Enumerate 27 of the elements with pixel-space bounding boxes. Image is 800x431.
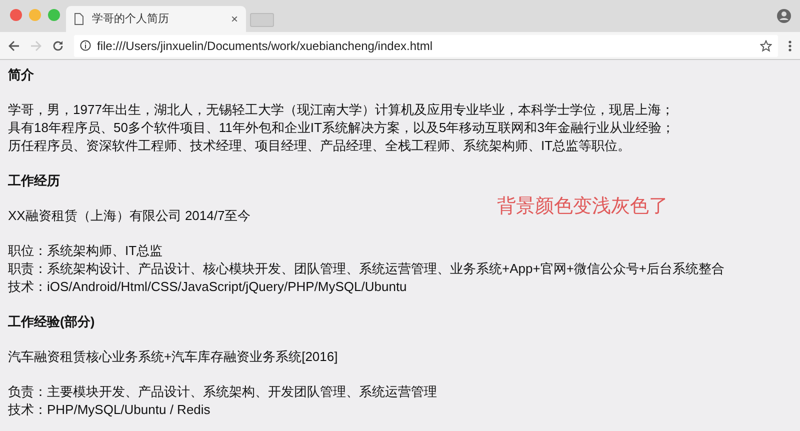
section-heading: 工作经验(部分) (8, 313, 96, 331)
text-line: 汽车融资租赁核心业务系统+汽车库存融资业务系统[2016] (8, 348, 339, 366)
text-line: 技术：iOS/Android/Html/CSS/JavaScript/jQuery/PHP/MySQL/Ubuntu (8, 278, 408, 296)
tab-close-button[interactable]: × (230, 10, 238, 28)
text-line: 技术：PHP/MySQL/Ubuntu / Redis (8, 401, 212, 419)
text-line: XX融资租赁（上海）有限公司 2014/7至今 (8, 207, 252, 225)
address-bar[interactable]: file:///Users/jinxuelin/Documents/work/xuebiancheng/index.html (74, 34, 778, 56)
back-icon[interactable] (8, 40, 20, 52)
text-line: 负责：主要模块开发、产品设计、系统架构、开发团队管理、系统运营管理 (8, 383, 438, 401)
browser-tab[interactable]: 学哥的个人简历 × (66, 6, 246, 32)
text-line: 具有18年程序员、50多个软件项目、11年外包和企业IT系统解决方案，以及5年移动互联网和3年金融行业从业经验； (8, 119, 676, 137)
text-line: 历任程序员、资深软件工程师、技术经理、项目经理、产品经理、全栈工程师、系统架构师、IT总监等职位。 (8, 137, 632, 155)
menu-icon[interactable] (788, 40, 792, 52)
section-heading: 工作经历 (8, 172, 61, 190)
document-icon (74, 13, 84, 25)
text-line: 职责：系统架构设计、产品设计、核心模块开发、团队管理、系统运营管理、业务系统+App+官网+微信公众号+后台系统整合 (8, 260, 726, 278)
url-text: file:///Users/jinxuelin/Documents/work/xuebiancheng/index.html (97, 38, 434, 54)
reload-icon[interactable] (52, 40, 64, 52)
profile-icon[interactable] (777, 9, 791, 23)
annotation-text: 背景颜色变浅灰色了 (497, 198, 668, 216)
text-line: 学哥，男，1977年出生，湖北人，无锡轻工大学（现江南大学）计算机及应用专业毕业，本科学士学位，现居上海； (8, 101, 675, 119)
tab-title: 学哥的个人简历 (92, 12, 170, 27)
star-icon[interactable] (760, 40, 772, 52)
close-window-button[interactable] (10, 9, 22, 21)
info-icon (80, 40, 91, 51)
text-line: 职位：系统架构师、IT总监 (8, 242, 164, 260)
section-heading: 简介 (8, 66, 35, 84)
